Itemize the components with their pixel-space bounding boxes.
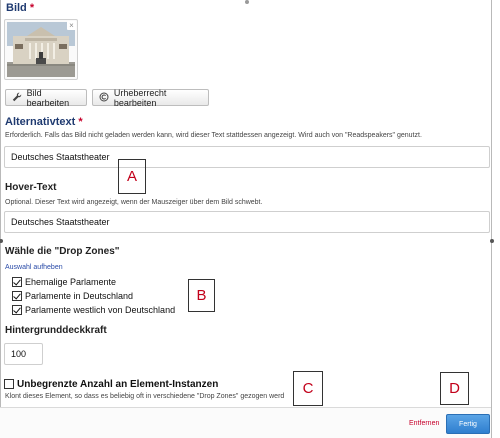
- edit-copyright-label: Urheberrecht bearbeiten: [113, 87, 167, 108]
- theater-image: [7, 22, 75, 77]
- clear-selection-link[interactable]: Auswahl aufheben: [5, 264, 63, 271]
- edit-copyright-button[interactable]: Urheberrecht bearbeiten: [92, 87, 209, 108]
- checkbox[interactable]: [12, 277, 22, 287]
- drop-zone-option-label: Ehemalige Parlamente: [25, 277, 117, 287]
- dialog-right-border: [491, 0, 492, 438]
- remove-button[interactable]: Entfernen: [409, 420, 439, 427]
- unlimited-help: Klont dieses Element, so dass es beliebi…: [5, 393, 285, 400]
- alt-text-title-text: Alternativtext: [5, 116, 76, 128]
- alt-text-required-mark: *: [78, 116, 83, 128]
- resize-handle-left[interactable]: [0, 239, 3, 243]
- image-thumbnail-card[interactable]: ×: [4, 19, 78, 80]
- unlimited-instances-option[interactable]: Unbegrenzte Anzahl an Element-Instanzen: [4, 378, 218, 390]
- dialog-left-border: [0, 0, 1, 438]
- resize-handle-top[interactable]: [245, 0, 249, 4]
- required-mark: *: [29, 2, 35, 14]
- drop-zone-option-label: Parlamente in Deutschland: [25, 291, 134, 301]
- annotation-c: C: [293, 371, 323, 406]
- opacity-input[interactable]: 100: [4, 343, 43, 365]
- hover-text-help: Optional. Dieser Text wird angezeigt, we…: [5, 199, 263, 206]
- remove-image-icon[interactable]: ×: [67, 21, 76, 30]
- hover-text-input[interactable]: Deutsches Staatstheater: [4, 211, 490, 233]
- image-section-title: Bild *: [6, 2, 34, 14]
- drop-zone-option[interactable]: Ehemalige Parlamente: [12, 276, 116, 288]
- drop-zone-option[interactable]: Parlamente in Deutschland: [12, 290, 133, 302]
- resize-handle-right[interactable]: [490, 239, 494, 243]
- wrench-icon: [12, 92, 23, 104]
- alt-text-title: Alternativtext *: [5, 116, 83, 128]
- annotation-d: D: [440, 372, 469, 405]
- drop-zone-option[interactable]: Parlamente westlich von Deutschland: [12, 304, 175, 316]
- drop-zone-option-label: Parlamente westlich von Deutschland: [25, 305, 176, 315]
- done-button[interactable]: Fertig: [446, 414, 490, 434]
- unlimited-label: Unbegrenzte Anzahl an Element-Instanzen: [17, 378, 219, 390]
- annotation-a: A: [118, 159, 146, 194]
- annotation-b: B: [188, 279, 215, 312]
- unlimited-checkbox[interactable]: [4, 379, 14, 389]
- checkbox[interactable]: [12, 291, 22, 301]
- image-title-text: Bild: [6, 2, 27, 14]
- drop-zones-label: Wähle die "Drop Zones": [5, 246, 120, 257]
- hover-text-label: Hover-Text: [5, 182, 57, 193]
- alt-text-input[interactable]: Deutsches Staatstheater: [4, 146, 490, 168]
- copyright-icon: [99, 92, 110, 104]
- edit-image-button[interactable]: Bild bearbeiten: [5, 87, 87, 108]
- opacity-label: Hintergrunddeckkraft: [5, 325, 107, 336]
- checkbox[interactable]: [12, 305, 22, 315]
- alt-text-help: Erforderlich. Falls das Bild nicht gelad…: [5, 132, 422, 139]
- edit-image-label: Bild bearbeiten: [26, 87, 70, 108]
